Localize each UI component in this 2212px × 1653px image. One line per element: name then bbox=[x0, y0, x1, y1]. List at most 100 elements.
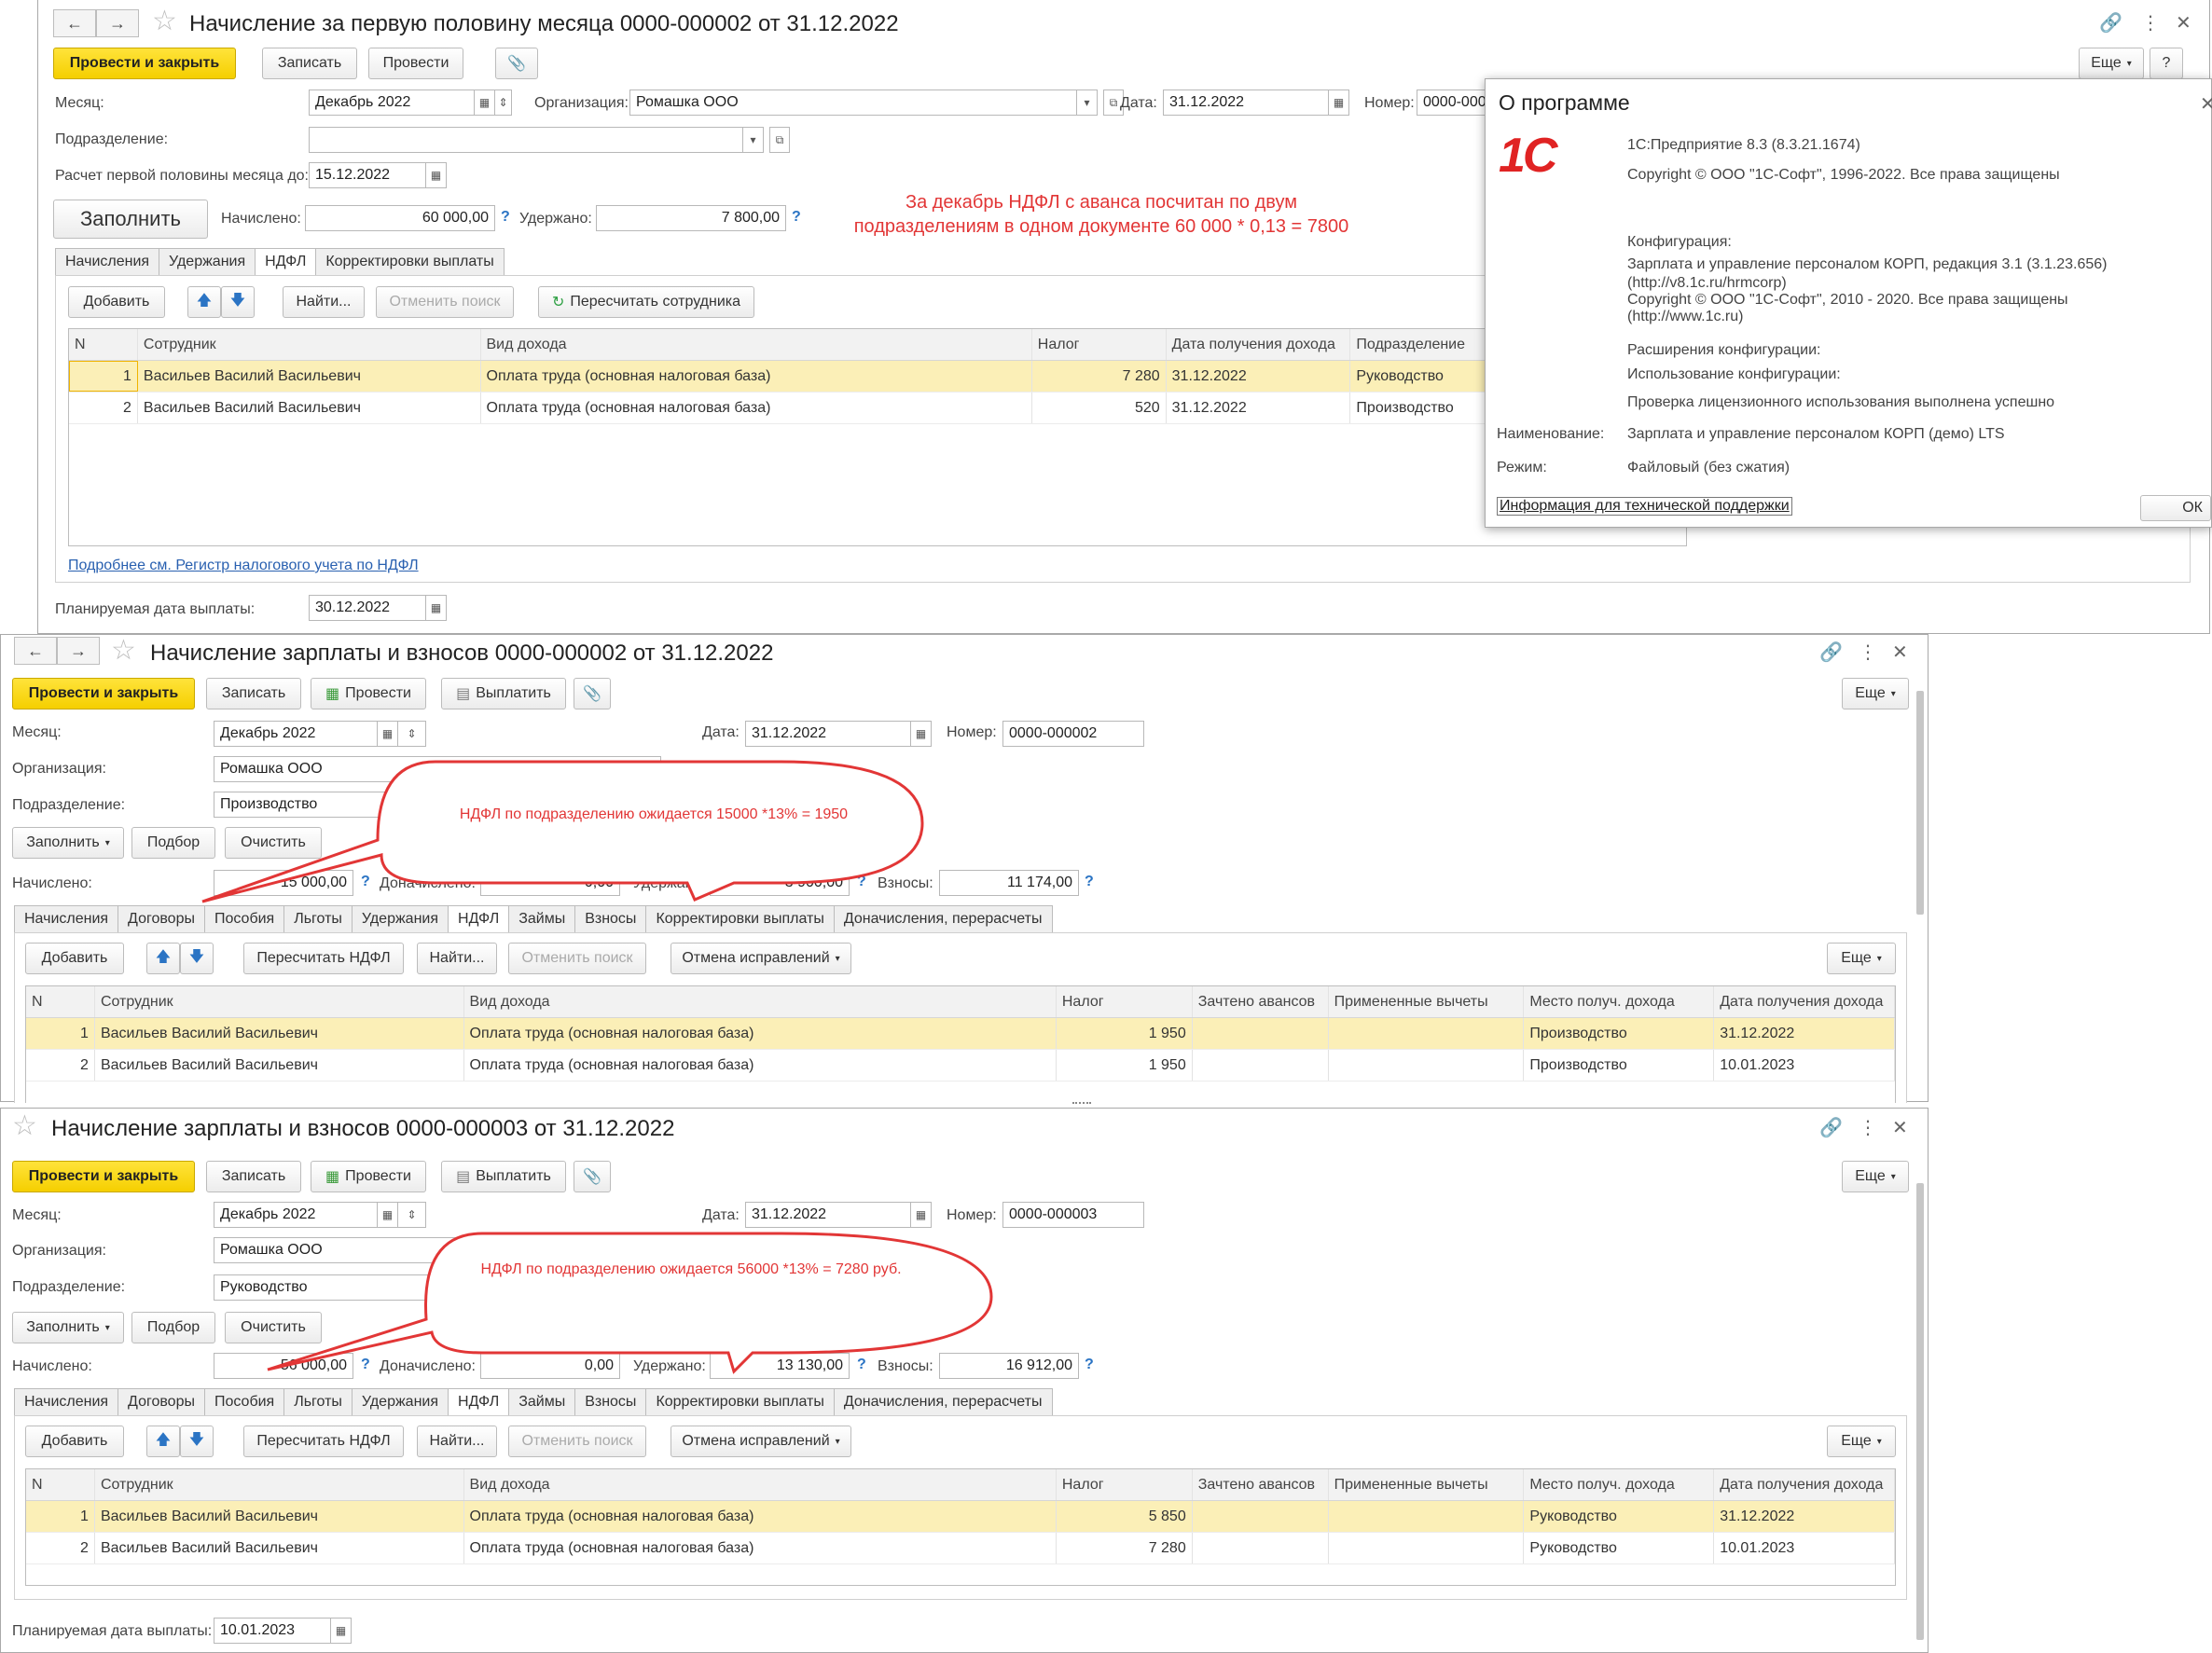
close-icon[interactable]: ✕ bbox=[1892, 1116, 1908, 1139]
find-button[interactable]: Найти... bbox=[283, 286, 365, 318]
add-button[interactable]: Добавить bbox=[25, 943, 124, 974]
open-icon[interactable]: ⧉ bbox=[769, 127, 790, 153]
fill-button[interactable]: Заполнить bbox=[53, 200, 208, 239]
close-icon[interactable]: ✕ bbox=[1892, 641, 1908, 664]
more-button[interactable]: Еще ▾ bbox=[1827, 1426, 1896, 1457]
move-down-button[interactable]: 🡇 bbox=[180, 943, 214, 974]
fill-button[interactable]: Заполнить ▾ bbox=[12, 827, 124, 859]
tab-benefits[interactable]: Пособия bbox=[203, 1388, 285, 1416]
col-tax[interactable]: Налог bbox=[1032, 329, 1167, 360]
support-info-button[interactable]: Информация для технической поддержки bbox=[1497, 497, 1792, 516]
cancel-search-button[interactable]: Отменить поиск bbox=[508, 1426, 646, 1457]
vertical-dots-icon[interactable]: ⋮ bbox=[2141, 11, 2160, 34]
tab-ndfl[interactable]: НДФЛ bbox=[448, 1388, 510, 1416]
col-income-type[interactable]: Вид дохода bbox=[464, 1469, 1057, 1500]
post-button[interactable]: ▦ Провести bbox=[311, 1161, 426, 1192]
star-icon[interactable]: ☆ bbox=[12, 1112, 37, 1140]
cancel-search-button[interactable]: Отменить поиск bbox=[376, 286, 514, 318]
month-stepper[interactable]: ⇕ bbox=[398, 721, 426, 747]
calendar-icon[interactable]: ▦ bbox=[378, 721, 398, 747]
more-button[interactable]: Еще ▾ bbox=[1842, 1161, 1909, 1192]
table-row[interactable]: 1 Васильев Василий Васильевич Оплата тру… bbox=[69, 361, 1686, 393]
date-field[interactable]: 31.12.2022 bbox=[745, 721, 911, 747]
recalc-ndfl-button[interactable]: Пересчитать НДФЛ bbox=[243, 943, 404, 974]
date-field[interactable]: 31.12.2022 bbox=[1163, 90, 1329, 116]
calendar-icon[interactable]: ▦ bbox=[1329, 90, 1349, 116]
calendar-icon[interactable]: ▦ bbox=[475, 90, 495, 116]
add-button[interactable]: Добавить bbox=[68, 286, 165, 318]
cancel-fix-button[interactable]: Отмена исправлений ▾ bbox=[671, 1426, 851, 1457]
col-advances[interactable]: Зачтено авансов bbox=[1193, 986, 1329, 1017]
paperclip-icon[interactable]: 📎 bbox=[574, 1161, 611, 1192]
chevron-down-icon[interactable]: ▾ bbox=[1077, 90, 1098, 116]
col-income-date[interactable]: Дата получения дохода bbox=[1714, 986, 1895, 1017]
plan-date-field[interactable]: 30.12.2022 bbox=[309, 595, 426, 621]
col-advances[interactable]: Зачтено авансов bbox=[1193, 1469, 1329, 1500]
calendar-icon[interactable]: ▦ bbox=[911, 1202, 932, 1228]
vertical-dots-icon[interactable]: ⋮ bbox=[1859, 1116, 1877, 1139]
col-income-type[interactable]: Вид дохода bbox=[464, 986, 1057, 1017]
add-button[interactable]: Добавить bbox=[25, 1426, 124, 1457]
recalc-ndfl-button[interactable]: Пересчитать НДФЛ bbox=[243, 1426, 404, 1457]
find-button[interactable]: Найти... bbox=[417, 943, 497, 974]
table-row[interactable]: 2 Васильев Василий Васильевич Оплата тру… bbox=[26, 1533, 1895, 1564]
help-icon[interactable]: ? bbox=[501, 209, 510, 226]
org-field[interactable]: Ромашка ООО bbox=[629, 90, 1077, 116]
help-icon[interactable]: ? bbox=[792, 209, 801, 226]
col-income-type[interactable]: Вид дохода bbox=[481, 329, 1032, 360]
clear-button[interactable]: Очистить bbox=[225, 1312, 322, 1343]
scrollbar[interactable] bbox=[1916, 691, 1924, 915]
cancel-search-button[interactable]: Отменить поиск bbox=[508, 943, 646, 974]
table-row[interactable]: 1 Васильев Василий Васильевич Оплата тру… bbox=[26, 1018, 1895, 1050]
dept-field[interactable] bbox=[309, 127, 743, 153]
col-income-place[interactable]: Место получ. дохода bbox=[1524, 986, 1715, 1017]
post-close-button[interactable]: Провести и закрыть bbox=[12, 678, 195, 709]
link-icon[interactable]: 🔗 bbox=[1819, 641, 1843, 664]
tab-ndfl[interactable]: НДФЛ bbox=[255, 248, 317, 276]
forward-button[interactable]: → bbox=[57, 637, 100, 665]
close-icon[interactable]: ✕ bbox=[2176, 11, 2191, 34]
scrollbar[interactable] bbox=[1916, 1183, 1924, 1640]
ndfl-register-link[interactable]: Подробнее см. Регистр налогового учета п… bbox=[68, 558, 419, 574]
tab-payout-corrections[interactable]: Корректировки выплаты bbox=[645, 1388, 835, 1416]
table-row[interactable]: 2 Васильев Василий Васильевич Оплата тру… bbox=[26, 1050, 1895, 1081]
post-close-button[interactable]: Провести и закрыть bbox=[53, 48, 236, 79]
chevron-down-icon[interactable]: ▾ bbox=[743, 127, 764, 153]
forward-button[interactable]: → bbox=[96, 9, 139, 37]
help-button[interactable]: ? bbox=[2150, 48, 2183, 79]
calendar-icon[interactable]: ▦ bbox=[426, 162, 447, 188]
post-close-button[interactable]: Провести и закрыть bbox=[12, 1161, 195, 1192]
tab-accruals[interactable]: Начисления bbox=[55, 248, 160, 276]
post-button[interactable]: ▦ Провести bbox=[311, 678, 426, 709]
month-field[interactable]: Декабрь 2022 bbox=[214, 1202, 378, 1228]
withheld-field[interactable]: 7 800,00 bbox=[596, 205, 786, 231]
link-icon[interactable]: 🔗 bbox=[1819, 1116, 1843, 1139]
col-employee[interactable]: Сотрудник bbox=[95, 1469, 464, 1500]
fill-button[interactable]: Заполнить ▾ bbox=[12, 1312, 124, 1343]
save-button[interactable]: Записать bbox=[206, 1161, 301, 1192]
move-down-button[interactable]: 🡇 bbox=[180, 1426, 214, 1457]
tab-loans[interactable]: Займы bbox=[508, 1388, 576, 1416]
col-n[interactable]: N bbox=[69, 329, 138, 360]
pay-button[interactable]: ▤ Выплатить bbox=[441, 678, 566, 709]
move-down-button[interactable]: 🡇 bbox=[221, 286, 255, 318]
select-button[interactable]: Подбор bbox=[131, 827, 215, 859]
post-button[interactable]: Провести bbox=[368, 48, 463, 79]
tab-accruals[interactable]: Начисления bbox=[14, 905, 119, 933]
more-button[interactable]: Еще ▾ bbox=[1827, 943, 1896, 974]
accrued-field[interactable]: 60 000,00 bbox=[305, 205, 495, 231]
col-tax[interactable]: Налог bbox=[1057, 986, 1193, 1017]
col-deductions[interactable]: Примененные вычеты bbox=[1329, 986, 1525, 1017]
plan-date-field[interactable]: 10.01.2023 bbox=[214, 1618, 331, 1644]
table-row[interactable]: 2 Васильев Василий Васильевич Оплата тру… bbox=[69, 393, 1686, 424]
select-button[interactable]: Подбор bbox=[131, 1312, 215, 1343]
pay-button[interactable]: ▤ Выплатить bbox=[441, 1161, 566, 1192]
calc-date-field[interactable]: 15.12.2022 bbox=[309, 162, 426, 188]
more-button[interactable]: Еще ▾ bbox=[1842, 678, 1909, 709]
table-row[interactable]: 1 Васильев Василий Васильевич Оплата тру… bbox=[26, 1501, 1895, 1533]
tab-contributions[interactable]: Взносы bbox=[574, 1388, 647, 1416]
calendar-icon[interactable]: ▦ bbox=[911, 721, 932, 747]
col-n[interactable]: N bbox=[26, 986, 95, 1017]
tab-contracts[interactable]: Договоры bbox=[118, 905, 205, 933]
move-up-button[interactable]: 🡅 bbox=[146, 1426, 180, 1457]
